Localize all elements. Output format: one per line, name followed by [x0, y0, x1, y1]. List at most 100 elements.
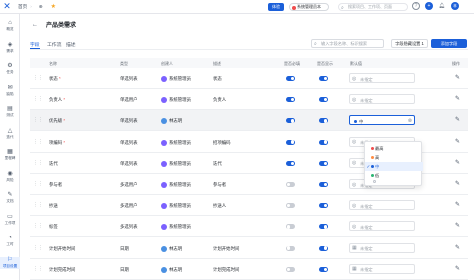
required-toggle[interactable] [286, 182, 295, 187]
priority-option[interactable]: 最高 [365, 144, 423, 153]
drag-handle-icon[interactable]: ⋮⋮ [33, 139, 43, 145]
edit-icon[interactable]: ✎ [455, 180, 460, 187]
default-value-select[interactable]: ▦ 未指定 [349, 242, 415, 253]
priority-option[interactable]: ✓ 中 [365, 162, 423, 171]
table-row[interactable]: ⋮⋮ 计划开始时间 日期 林志明 计划开始时间 ▦ 未指定 ✎ [30, 238, 468, 259]
shown-toggle[interactable] [319, 97, 328, 103]
table-row[interactable]: ⋮⋮ 优先级 * 单选列表 林志明中 ⊗ ✎ [30, 110, 468, 132]
sidebar-item-5[interactable]: △ 迭代 [0, 128, 20, 140]
add-field-button[interactable]: 添加字段 [431, 39, 467, 48]
sidebar-item-label: 工作项 [4, 220, 16, 225]
shown-toggle[interactable] [319, 266, 328, 272]
default-value-select[interactable]: 中 ⊗ [349, 115, 415, 126]
sidebar-item-2[interactable]: ⚙ 任务 [0, 63, 20, 75]
sidebar-item-8[interactable]: ✎ 文档 [0, 192, 20, 204]
tab-description[interactable]: 描述 [66, 41, 76, 48]
sidebar-item-6[interactable]: ▦ 里程碑 [0, 149, 20, 161]
table-row[interactable]: ⋮⋮ 负责人 * 单选用户 系统管理员 负责人 ◎ 未指定 ✎ [30, 89, 468, 111]
shown-toggle[interactable] [319, 139, 328, 145]
sidebar-item-11[interactable]: ⚐ 项目设置 [0, 256, 20, 269]
edit-icon[interactable]: ✎ [455, 159, 460, 166]
sidebar-item-10[interactable]: ◔ 工时 [0, 235, 20, 247]
table-row[interactable]: ⋮⋮ 抄送 多选用户 系统管理员 抄送人 ◎ 未指定 ✎ [30, 195, 468, 217]
drag-handle-icon[interactable]: ⋮⋮ [33, 266, 43, 272]
sidebar-item-1[interactable]: ◈ 需求 [0, 42, 20, 54]
sidebar-item-9[interactable]: ▭ 工作项 [0, 214, 20, 226]
required-toggle[interactable] [286, 203, 295, 209]
clear-icon[interactable]: ⊗ [408, 118, 412, 124]
field-name: 迭代 [49, 160, 58, 166]
app-logo[interactable]: ✕ [0, 0, 14, 14]
breadcrumb-home[interactable]: 首页 [18, 4, 27, 10]
drag-handle-icon[interactable]: ⋮⋮ [33, 223, 43, 229]
upgrade-button[interactable]: 体验 [268, 3, 284, 11]
edit-icon[interactable]: ✎ [455, 116, 460, 123]
required-toggle[interactable] [286, 97, 295, 103]
sidebar-item-4[interactable]: ▤ 测试 [0, 106, 20, 118]
priority-option[interactable]: 高 [365, 153, 423, 162]
workspace-selector[interactable]: 系统管理员本 [289, 3, 329, 11]
table-row[interactable]: ⋮⋮ 标签 多选列表 系统管理员 ◎ 未指定 ✎ [30, 216, 468, 238]
default-value-select[interactable]: ◎未指定 [349, 94, 415, 105]
field-creator: 系统管理员 [161, 203, 191, 210]
default-value-select[interactable]: ◎未指定 [349, 73, 415, 83]
shown-toggle[interactable] [319, 182, 328, 187]
create-icon[interactable]: + [425, 2, 433, 10]
sidebar-item-icon: ✎ [7, 192, 13, 198]
edit-icon[interactable]: ✎ [455, 244, 460, 251]
sidebar-item-7[interactable]: ◉ 风险 [0, 171, 20, 183]
edit-icon[interactable]: ✎ [455, 201, 460, 208]
shown-toggle[interactable] [319, 118, 328, 124]
edit-icon[interactable]: ✎ [455, 95, 460, 102]
default-value-select[interactable]: ▦ 未指定 [349, 263, 415, 274]
table-row[interactable]: ⋮⋮ 计划完成时间 日期 林志明 计划完成时间 ▦ 未指定 ✎ [30, 259, 468, 280]
drag-handle-icon[interactable]: ⋮⋮ [33, 75, 43, 81]
edit-icon[interactable]: ✎ [455, 222, 460, 229]
sidebar-item-3[interactable]: ✉ 缺陷 [0, 85, 20, 97]
edit-icon[interactable]: ✎ [455, 74, 460, 81]
drag-handle-icon[interactable]: ⋮⋮ [33, 160, 43, 166]
help-icon[interactable]: ? [412, 2, 420, 10]
default-value-placeholder: 未指定 [360, 97, 373, 103]
required-toggle[interactable] [286, 139, 295, 145]
default-value-select[interactable]: ◎未指定 [349, 200, 415, 211]
priority-option[interactable]: 低 [365, 171, 423, 180]
edit-icon[interactable]: ✎ [455, 138, 460, 145]
bell-icon[interactable]: 🔔︎ [438, 2, 446, 10]
drag-handle-icon[interactable]: ⋮⋮ [33, 117, 43, 123]
required-toggle[interactable] [286, 76, 295, 81]
default-value-select[interactable]: ◎未指定 [349, 221, 415, 232]
field-search-input[interactable]: ⌕ 输入字段名称、标识搜索 [311, 39, 384, 48]
back-arrow-icon[interactable]: ← [32, 22, 38, 28]
required-toggle[interactable] [286, 118, 295, 124]
user-icon: ◎ [352, 96, 357, 103]
drag-handle-icon[interactable]: ⋮⋮ [33, 181, 43, 187]
shown-toggle[interactable] [319, 203, 328, 209]
drag-handle-icon[interactable]: ⋮⋮ [33, 245, 43, 251]
edit-icon[interactable]: ✎ [455, 265, 460, 272]
shown-toggle[interactable] [319, 224, 328, 230]
sidebar-item-0[interactable]: ⌂ 概览 [0, 20, 20, 32]
table-row[interactable]: ⋮⋮ 状态 * 单选列表 系统管理员 状态 ◎ 未指定 ✎ [30, 68, 468, 89]
tab-workflow[interactable]: 工作流 [47, 41, 61, 48]
shown-toggle[interactable] [319, 245, 328, 251]
field-description: 招项编码 [213, 139, 231, 145]
empty-option-icon[interactable] [373, 180, 376, 183]
required-toggle[interactable] [286, 224, 295, 230]
shown-toggle[interactable] [319, 76, 328, 81]
avatar[interactable]: 林 [451, 2, 459, 10]
default-value-placeholder: 未指定 [360, 246, 373, 252]
drag-handle-icon[interactable]: ⋮⋮ [33, 202, 43, 208]
avatar [161, 182, 167, 188]
tab-fields[interactable]: 字段 [30, 41, 40, 48]
drag-handle-icon[interactable]: ⋮⋮ [33, 96, 43, 102]
global-search-input[interactable]: ⌕ 搜索项目、工作项、页面 [338, 3, 408, 11]
shown-toggle[interactable] [319, 160, 328, 166]
required-toggle[interactable] [286, 266, 295, 272]
breadcrumb-project[interactable]: ⊕ [39, 4, 43, 10]
required-toggle[interactable] [286, 160, 295, 166]
hidden-fields-button[interactable]: 字段隐藏设置 1 [391, 39, 428, 48]
favorite-star-icon[interactable]: ★ [51, 3, 56, 10]
col-default: 默认值 [350, 61, 362, 66]
required-toggle[interactable] [286, 245, 295, 251]
